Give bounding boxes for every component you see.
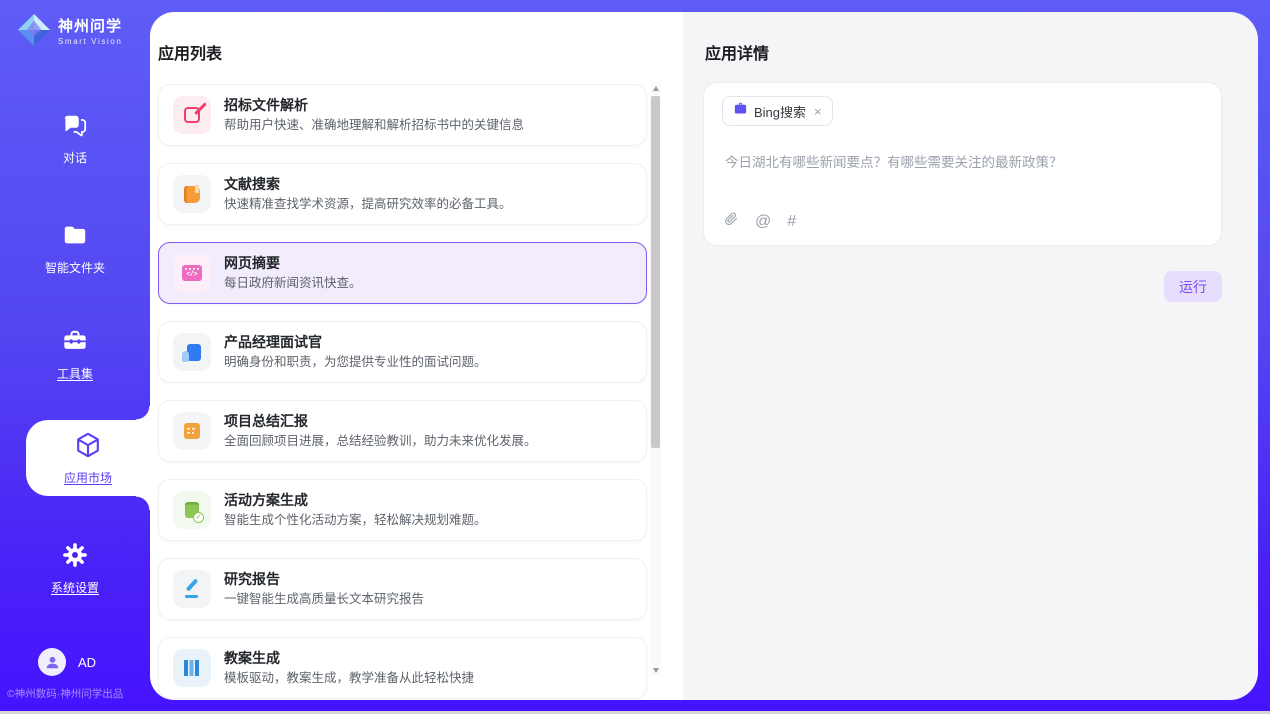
brand: 神州问学 Smart Vision: [17, 13, 122, 52]
sidebar-item-label: 智能文件夹: [45, 259, 105, 276]
app-detail-panel: 应用详情 Bing搜索 × 今日湖北有哪些新闻要点？有哪些需要关注的最新政策？ …: [683, 12, 1258, 700]
sidebar-item-label: 应用市场: [64, 469, 112, 486]
app-item-title: 项目总结汇报: [224, 414, 537, 428]
sidebar-item-chat[interactable]: 对话: [0, 112, 150, 166]
app-item-desc: 每日政府新闻资讯快查。: [224, 277, 362, 290]
app-detail-title: 应用详情: [705, 40, 769, 64]
composer-card: Bing搜索 × 今日湖北有哪些新闻要点？有哪些需要关注的最新政策？ @ #: [703, 82, 1222, 246]
user-account[interactable]: AD: [38, 648, 96, 676]
app-list-item[interactable]: 文献搜索 快速精准查找学术资源，提高研究效率的必备工具。: [158, 163, 647, 225]
brand-subtitle: Smart Vision: [58, 37, 122, 46]
active-nav-fillet-top: [136, 406, 150, 420]
app-list-title: 应用列表: [158, 40, 222, 64]
sidebar-item-label: 对话: [63, 149, 87, 166]
app-item-desc: 帮助用户快速、准确地理解和解析招标书中的关键信息: [224, 119, 524, 132]
sidebar-item-app-market[interactable]: 应用市场: [26, 420, 150, 496]
user-initials: AD: [78, 655, 96, 670]
tool-tag-label: Bing搜索: [754, 102, 806, 121]
app-item-title: 教案生成: [224, 651, 474, 665]
cube-icon: [74, 431, 102, 464]
sidebar-item-label: 系统设置: [51, 579, 99, 596]
app-item-icon: [173, 96, 211, 134]
scrollbar-down-arrow-icon[interactable]: [650, 664, 661, 676]
composer-toolbar: @ #: [723, 211, 796, 232]
app-item-desc: 快速精准查找学术资源，提高研究效率的必备工具。: [224, 198, 512, 211]
brand-logo-icon: [17, 13, 51, 52]
active-nav-fillet-bottom: [136, 496, 150, 510]
gear-icon: [62, 542, 88, 573]
app-item-title: 研究报告: [224, 572, 424, 586]
scrollbar-up-arrow-icon[interactable]: [650, 82, 661, 94]
briefcase-icon: [733, 101, 748, 121]
query-input[interactable]: 今日湖北有哪些新闻要点？有哪些需要关注的最新政策？: [725, 151, 1195, 171]
app-item-desc: 模板驱动，教案生成，教学准备从此轻松快捷: [224, 672, 474, 685]
chat-icon: [62, 112, 88, 143]
sidebar-item-settings[interactable]: 系统设置: [0, 542, 150, 596]
app-list-item[interactable]: 招标文件解析 帮助用户快速、准确地理解和解析招标书中的关键信息: [158, 84, 647, 146]
sidebar-item-label: 工具集: [57, 365, 93, 382]
app-item-icon: [173, 254, 211, 292]
app-item-icon: [173, 570, 211, 608]
tag-close-icon[interactable]: ×: [814, 104, 822, 119]
app-item-desc: 智能生成个性化活动方案，轻松解决规划难题。: [224, 514, 487, 527]
app-item-icon: [173, 649, 211, 687]
app-list-item[interactable]: 活动方案生成 智能生成个性化活动方案，轻松解决规划难题。: [158, 479, 647, 541]
app-item-icon: [173, 333, 211, 371]
run-button[interactable]: 运行: [1164, 271, 1222, 302]
app-item-title: 产品经理面试官: [224, 335, 487, 349]
sidebar: 神州问学 Smart Vision 对话 智能文件夹: [0, 0, 150, 714]
avatar: [38, 648, 66, 676]
toolbox-icon: [62, 328, 88, 359]
sidebar-item-toolset[interactable]: 工具集: [0, 328, 150, 382]
app-window: 神州问学 Smart Vision 对话 智能文件夹: [0, 0, 1270, 714]
app-list-item[interactable]: 教案生成 模板驱动，教案生成，教学准备从此轻松快捷: [158, 637, 647, 699]
app-item-icon: [173, 491, 211, 529]
hash-icon[interactable]: #: [787, 214, 796, 230]
app-list-item[interactable]: 产品经理面试官 明确身份和职责，为您提供专业性的面试问题。: [158, 321, 647, 383]
app-item-title: 招标文件解析: [224, 98, 524, 112]
app-list-item[interactable]: 网页摘要 每日政府新闻资讯快查。: [158, 242, 647, 304]
app-item-title: 文献搜索: [224, 177, 512, 191]
app-list-item[interactable]: 项目总结汇报 全面回顾项目进展，总结经验教训，助力未来优化发展。: [158, 400, 647, 462]
list-scrollbar[interactable]: [650, 82, 661, 676]
app-list: 招标文件解析 帮助用户快速、准确地理解和解析招标书中的关键信息 文献搜索 快速精…: [158, 84, 647, 699]
tool-tag-bing-search[interactable]: Bing搜索 ×: [722, 96, 833, 126]
app-item-title: 网页摘要: [224, 256, 362, 270]
app-item-icon: [173, 175, 211, 213]
paperclip-icon[interactable]: [723, 211, 739, 232]
app-list-panel: 应用列表 招标文件解析 帮助用户快速、准确地理解和解析招标书中的关键信息 文献搜…: [150, 12, 683, 700]
app-item-desc: 全面回顾项目进展，总结经验教训，助力未来优化发展。: [224, 435, 537, 448]
app-item-icon: [173, 412, 211, 450]
content-container: 应用列表 招标文件解析 帮助用户快速、准确地理解和解析招标书中的关键信息 文献搜…: [150, 12, 1258, 700]
folder-icon: [62, 222, 88, 253]
app-list-item[interactable]: 研究报告 一键智能生成高质量长文本研究报告: [158, 558, 647, 620]
app-item-title: 活动方案生成: [224, 493, 487, 507]
mention-icon[interactable]: @: [755, 214, 771, 230]
brand-name: 神州问学: [58, 19, 122, 36]
app-item-desc: 一键智能生成高质量长文本研究报告: [224, 593, 424, 606]
app-item-desc: 明确身份和职责，为您提供专业性的面试问题。: [224, 356, 487, 369]
scrollbar-thumb[interactable]: [651, 96, 660, 448]
sidebar-item-smart-folder[interactable]: 智能文件夹: [0, 222, 150, 276]
copyright-text: ©神州数码·神州问学出品: [7, 686, 123, 701]
